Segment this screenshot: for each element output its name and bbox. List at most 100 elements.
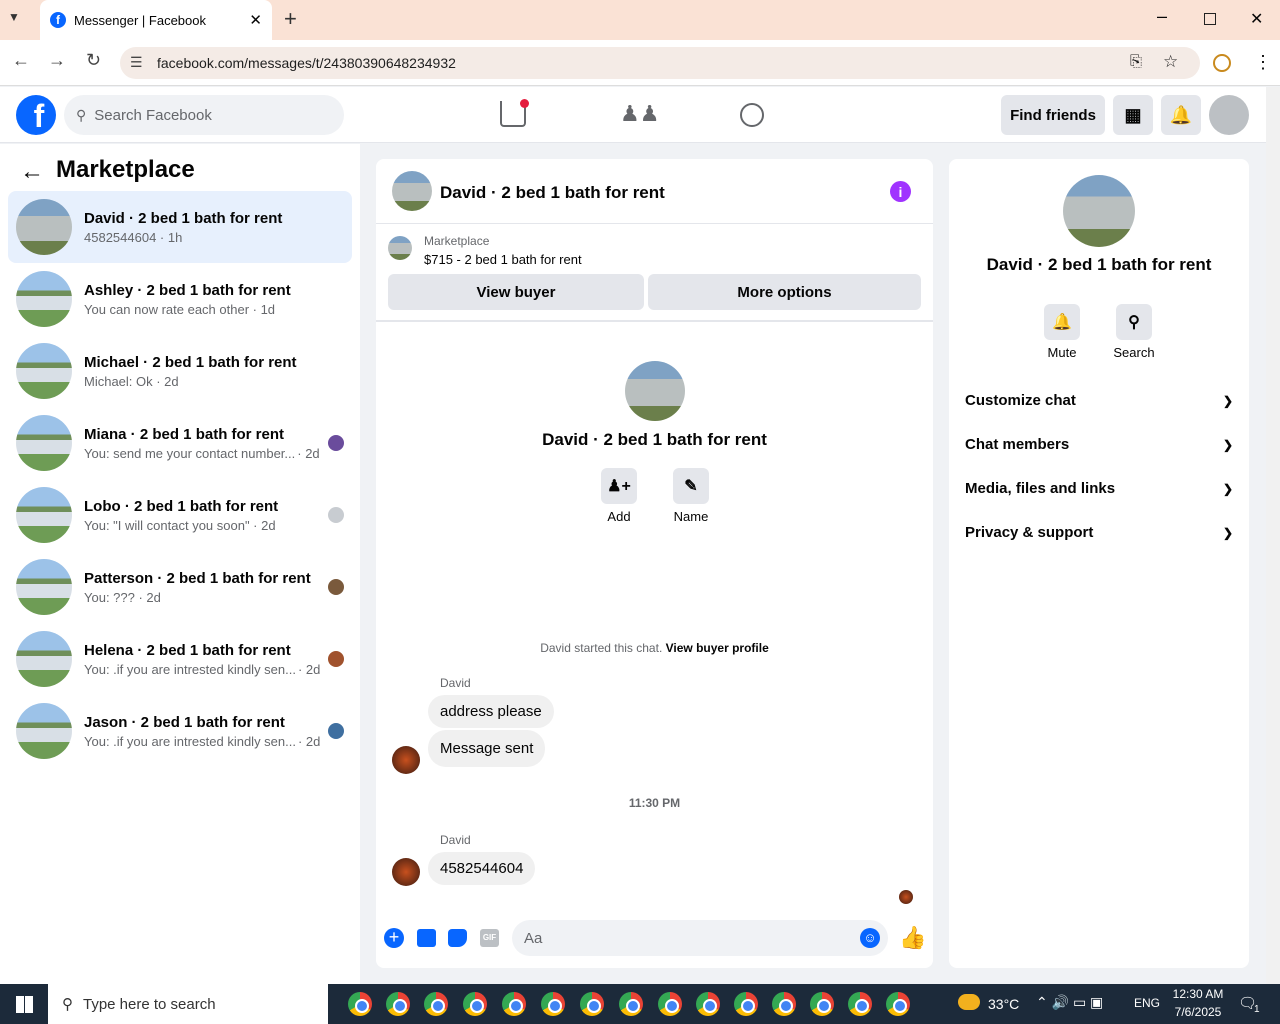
conversation-item[interactable]: Helena · 2 bed 1 bath for rent You: .if y…	[8, 623, 352, 695]
notifications-bell-icon[interactable]: 🔔	[1161, 95, 1201, 135]
conversation-preview: You: ??? · 2d	[84, 589, 161, 605]
privacy-support-section[interactable]: Privacy & support ❯	[965, 524, 1233, 541]
more-actions-icon[interactable]: +	[384, 928, 404, 948]
view-buyer-button[interactable]: View buyer	[388, 274, 644, 310]
close-tab-icon[interactable]: ✕	[249, 11, 262, 29]
avatar	[16, 631, 72, 687]
info-avatar[interactable]	[1063, 175, 1135, 247]
browser-tab[interactable]: f Messenger | Facebook ✕	[40, 0, 272, 40]
sender-avatar[interactable]	[392, 858, 420, 886]
browser-menu-icon[interactable]: ⋮	[1254, 52, 1272, 73]
chevron-down-icon: ❯	[1222, 393, 1233, 408]
chrome-taskbar-icon[interactable]	[386, 992, 410, 1016]
message-bubble[interactable]: address please	[428, 695, 554, 728]
taskbar-search-text: Type here to search	[83, 995, 216, 1013]
conversation-preview: 4582544604 · 1h	[84, 229, 183, 245]
listing-thumbnail[interactable]	[388, 236, 412, 260]
customize-chat-section[interactable]: Customize chat ❯	[965, 392, 1233, 409]
conversation-item[interactable]: Lobo · 2 bed 1 bath for rent You: "I will…	[8, 479, 352, 551]
weather-icon[interactable]	[958, 994, 980, 1010]
forward-icon[interactable]: →	[48, 50, 66, 71]
info-icon[interactable]: i	[890, 181, 911, 202]
site-info-icon[interactable]: ☰	[130, 54, 143, 71]
message-bubble[interactable]: 4582544604	[428, 852, 536, 885]
conversation-item[interactable]: David · 2 bed 1 bath for rent 4582544604 …	[8, 191, 352, 263]
mute-bell-icon[interactable]: 🔔	[1044, 304, 1080, 340]
listing-title[interactable]: $715 - 2 bed 1 bath for rent	[424, 252, 582, 267]
install-app-icon[interactable]: ⎘	[1130, 53, 1142, 70]
temperature[interactable]: 33°C	[988, 996, 1019, 1012]
like-thumb-icon[interactable]: 👍	[899, 925, 926, 951]
taskbar-search[interactable]: ⚲ Type here to search	[48, 984, 328, 1024]
search-chat-icon[interactable]: ⚲	[1116, 304, 1152, 340]
conversation-item[interactable]: Patterson · 2 bed 1 bath for rent You: ??…	[8, 551, 352, 623]
page-scrollbar[interactable]	[1266, 87, 1280, 984]
profile-avatar[interactable]	[625, 361, 685, 421]
chrome-taskbar-icon[interactable]	[619, 992, 643, 1016]
chrome-taskbar-icon[interactable]	[848, 992, 872, 1016]
clock-time[interactable]: 12:30 AM	[1170, 987, 1226, 1001]
chat-members-section[interactable]: Chat members ❯	[965, 436, 1233, 453]
chrome-taskbar-icon[interactable]	[886, 992, 910, 1016]
sender-avatar[interactable]	[392, 746, 420, 774]
chat-header-title[interactable]: David · 2 bed 1 bath for rent	[440, 183, 665, 203]
chrome-taskbar-icon[interactable]	[541, 992, 565, 1016]
chrome-taskbar-icon[interactable]	[502, 992, 526, 1016]
system-tray-icons[interactable]: ⌃ 🔊 ▭ ▣	[1036, 994, 1103, 1011]
chrome-taskbar-icon[interactable]	[658, 992, 682, 1016]
minimize-icon[interactable]: –	[1157, 6, 1167, 27]
conversation-name: Helena · 2 bed 1 bath for rent	[84, 641, 291, 659]
friends-icon[interactable]: ♟♟	[620, 101, 659, 127]
media-files-links-section[interactable]: Media, files and links ❯	[965, 480, 1233, 497]
chrome-taskbar-icon[interactable]	[348, 992, 372, 1016]
more-options-button[interactable]: More options	[648, 274, 921, 310]
chrome-taskbar-icon[interactable]	[424, 992, 448, 1016]
chrome-taskbar-icon[interactable]	[463, 992, 487, 1016]
seen-avatar	[328, 651, 344, 667]
chat-header-avatar[interactable]	[392, 171, 432, 211]
address-bar[interactable]: ☰ facebook.com/messages/t/24380390648234…	[120, 47, 1200, 79]
conversation-preview: You: send me your contact number... · 2d	[84, 445, 320, 461]
conversation-item[interactable]: Ashley · 2 bed 1 bath for rent You can no…	[8, 263, 352, 335]
message-input[interactable]: Aa	[512, 920, 888, 956]
tab-list-button[interactable]: ▼	[8, 10, 30, 30]
chrome-taskbar-icon[interactable]	[696, 992, 720, 1016]
back-arrow-icon[interactable]: ←	[20, 158, 44, 186]
chrome-taskbar-icon[interactable]	[810, 992, 834, 1016]
chrome-taskbar-icon[interactable]	[772, 992, 796, 1016]
new-tab-icon[interactable]: +	[284, 6, 297, 32]
time-divider: 11:30 PM	[628, 796, 681, 810]
language-indicator[interactable]: ENG	[1134, 996, 1160, 1010]
chrome-taskbar-icon[interactable]	[734, 992, 758, 1016]
avatar	[16, 703, 72, 759]
photo-icon[interactable]	[417, 929, 436, 947]
menu-grid-icon[interactable]: ▦	[1113, 95, 1153, 135]
groups-icon[interactable]	[740, 103, 764, 127]
search-icon: ⚲	[76, 106, 87, 123]
facebook-logo[interactable]: f	[16, 95, 56, 135]
back-icon[interactable]: ←	[12, 50, 30, 71]
sticker-icon[interactable]	[448, 929, 467, 947]
search-input[interactable]: ⚲ Search Facebook	[64, 95, 344, 135]
emoji-icon[interactable]: ☺	[860, 928, 880, 948]
find-friends-button[interactable]: Find friends	[1001, 95, 1105, 135]
bookmark-star-icon[interactable]: ☆	[1163, 52, 1178, 72]
reload-icon[interactable]: ↻	[86, 50, 101, 71]
chrome-taskbar-icon[interactable]	[580, 992, 604, 1016]
account-avatar[interactable]	[1209, 95, 1249, 135]
add-person-icon[interactable]: ♟+	[601, 468, 637, 504]
conversation-item[interactable]: Michael · 2 bed 1 bath for rent Michael: …	[8, 335, 352, 407]
gif-icon[interactable]: GIF	[480, 929, 499, 947]
avatar	[16, 415, 72, 471]
conversation-item[interactable]: Miana · 2 bed 1 bath for rent You: send m…	[8, 407, 352, 479]
message-bubble[interactable]: Message sent	[428, 730, 546, 767]
profile-icon[interactable]	[1213, 54, 1231, 72]
conversation-item[interactable]: Jason · 2 bed 1 bath for rent You: .if yo…	[8, 695, 352, 767]
edit-name-icon[interactable]: ✎	[673, 468, 709, 504]
clock-date[interactable]: 7/6/2025	[1168, 1005, 1228, 1019]
close-window-icon[interactable]: ✕	[1250, 9, 1263, 29]
restore-icon[interactable]	[1204, 13, 1216, 25]
windows-start-icon[interactable]	[16, 996, 33, 1013]
view-buyer-profile-link[interactable]: View buyer profile	[666, 641, 769, 655]
message-placeholder: Aa	[524, 929, 543, 947]
